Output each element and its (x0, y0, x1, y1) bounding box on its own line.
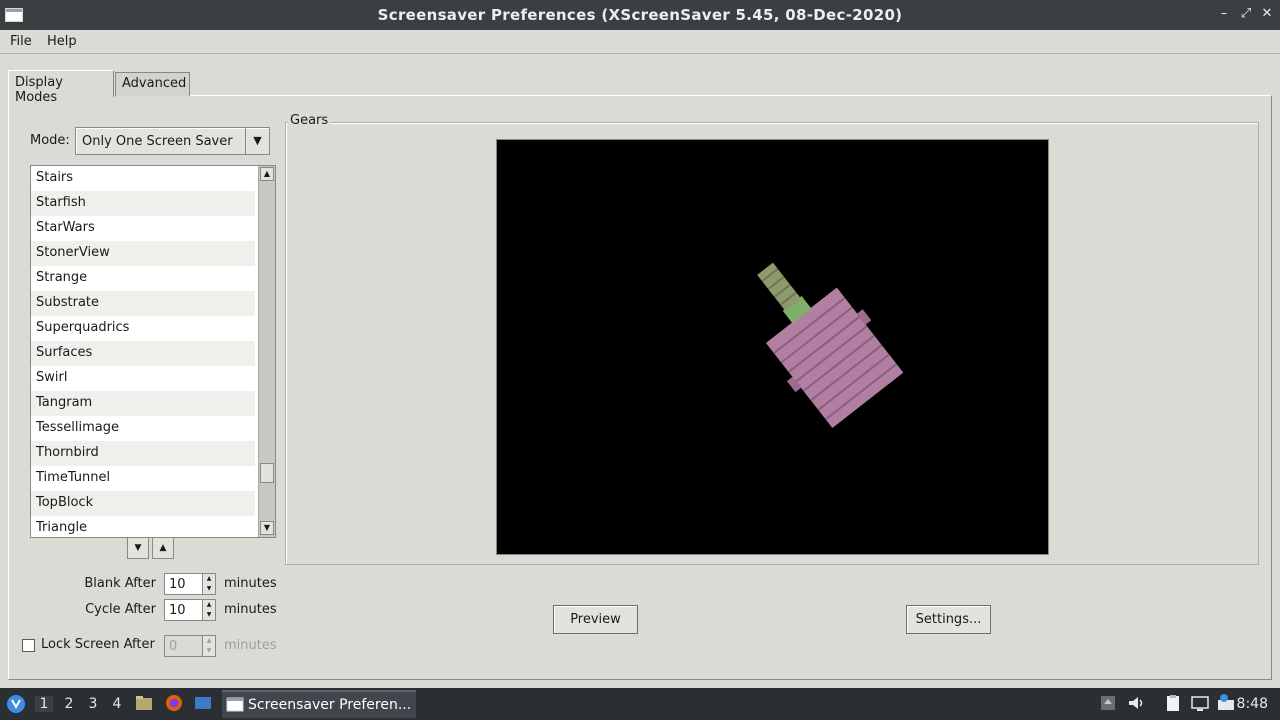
start-menu-icon[interactable] (6, 694, 26, 714)
list-item[interactable]: Substrate (31, 291, 255, 316)
workspace-4[interactable]: 4 (108, 696, 126, 712)
cycle-after-spinner[interactable]: 10 ▲ ▼ (164, 599, 216, 621)
mode-dropdown[interactable]: Only One Screen Saver ▼ (75, 127, 270, 155)
menu-file[interactable]: File (10, 34, 32, 49)
scroll-up-icon[interactable]: ▲ (260, 167, 274, 181)
window-title: Screensaver Preferences (XScreenSaver 5.… (377, 6, 903, 24)
list-item[interactable]: Tessellimage (31, 416, 255, 441)
workspace-3[interactable]: 3 (84, 696, 102, 712)
firefox-icon[interactable] (165, 694, 183, 712)
mode-value: Only One Screen Saver (82, 134, 233, 149)
updates-icon[interactable] (1099, 694, 1117, 712)
list-item[interactable]: Starfish (31, 191, 255, 216)
spinner-arrows-icon: ▲ ▼ (202, 636, 215, 656)
tab-advanced[interactable]: Advanced (115, 72, 190, 96)
frame-title: Gears (288, 113, 331, 128)
display-icon[interactable] (1191, 694, 1209, 712)
title-bar: Screensaver Preferences (XScreenSaver 5.… (0, 0, 1280, 30)
menu-help[interactable]: Help (47, 34, 77, 49)
volume-icon[interactable] (1127, 694, 1145, 712)
maximize-icon[interactable]: ⤢ (1237, 5, 1255, 23)
list-item[interactable]: Tangram (31, 391, 255, 416)
file-manager-icon[interactable] (135, 694, 153, 712)
lock-screen-checkbox[interactable] (22, 639, 35, 652)
next-item-button[interactable]: ▼ (127, 537, 149, 559)
list-item[interactable]: TopBlock (31, 491, 255, 516)
list-scrollbar[interactable]: ▲ ▼ (258, 166, 275, 537)
lock-units: minutes (224, 638, 277, 653)
list-item[interactable]: Stairs (31, 166, 255, 191)
preview-area (496, 139, 1049, 555)
taskbar-window-label: Screensaver Preferen... (248, 697, 412, 713)
saver-list[interactable]: Stairs Starfish StarWars StonerView Stra… (30, 165, 276, 538)
list-item[interactable]: Superquadrics (31, 316, 255, 341)
terminal-icon[interactable] (194, 694, 212, 712)
list-item[interactable]: Triangle (31, 516, 255, 537)
blank-after-spinner[interactable]: 10 ▲ ▼ (164, 573, 216, 595)
taskbar-window-button[interactable]: Screensaver Preferen... (222, 690, 416, 718)
list-item[interactable]: Surfaces (31, 341, 255, 366)
workspace-2[interactable]: 2 (60, 696, 78, 712)
scroll-down-icon[interactable]: ▼ (260, 521, 274, 535)
mode-label: Mode: (30, 133, 70, 148)
cycle-units: minutes (224, 602, 277, 617)
chevron-down-icon[interactable]: ▼ (245, 128, 269, 154)
scrollbar-thumb[interactable] (260, 463, 274, 483)
blank-units: minutes (224, 576, 277, 591)
preview-button[interactable]: Preview (553, 605, 638, 634)
menu-bar: File Help (0, 30, 1280, 54)
blank-after-label: Blank After (84, 576, 156, 591)
blank-after-value[interactable]: 10 (169, 577, 186, 592)
spinner-arrows-icon[interactable]: ▲ ▼ (202, 574, 215, 594)
window-icon (226, 697, 244, 712)
tab-display-modes[interactable]: Display Modes (8, 70, 114, 105)
settings-button[interactable]: Settings... (906, 605, 991, 634)
list-item[interactable]: Strange (31, 266, 255, 291)
cycle-after-value[interactable]: 10 (169, 603, 186, 618)
list-item[interactable]: Swirl (31, 366, 255, 391)
minimize-icon[interactable]: – (1215, 5, 1233, 23)
list-item[interactable]: TimeTunnel (31, 466, 255, 491)
list-item[interactable]: StarWars (31, 216, 255, 241)
network-icon[interactable] (1217, 694, 1235, 712)
workspace-1[interactable]: 1 (35, 696, 53, 712)
prev-item-button[interactable]: ▲ (152, 537, 174, 559)
cycle-after-label: Cycle After (85, 602, 156, 617)
taskbar: 1 2 3 4 Screensaver Preferen... 8:48 (0, 688, 1280, 720)
spinner-arrows-icon[interactable]: ▲ ▼ (202, 600, 215, 620)
lock-screen-label[interactable]: Lock Screen After (41, 637, 155, 652)
list-item[interactable]: Thornbird (31, 441, 255, 466)
close-icon[interactable]: ✕ (1258, 5, 1276, 23)
gears-render (757, 262, 904, 429)
list-item[interactable]: StonerView (31, 241, 255, 266)
lock-after-spinner: 0 ▲ ▼ (164, 635, 216, 657)
clock[interactable]: 8:48 (1237, 696, 1268, 712)
lock-after-value: 0 (169, 639, 178, 654)
clipboard-icon[interactable] (1164, 694, 1182, 712)
